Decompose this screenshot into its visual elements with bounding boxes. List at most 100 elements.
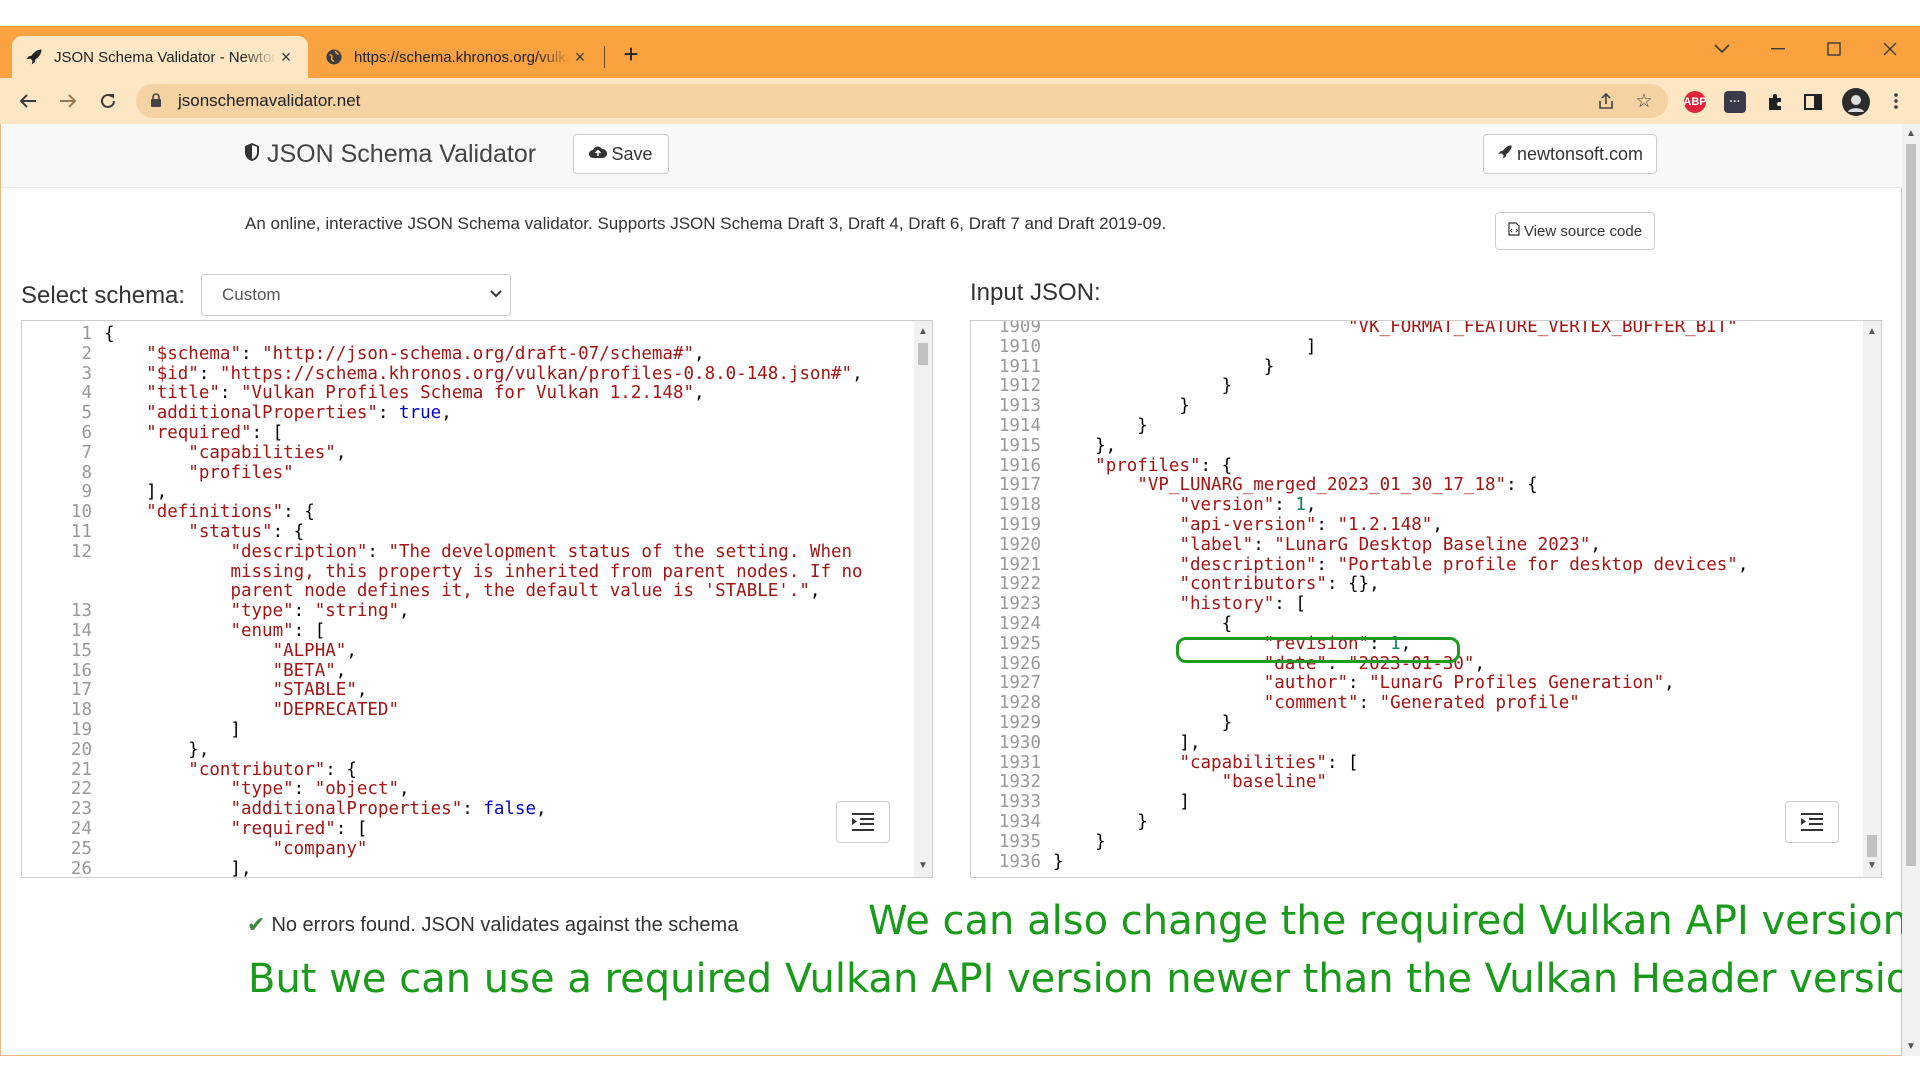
code-text: "description": "Portable profile for des… <box>1179 554 1749 575</box>
line-number: 1916 <box>998 455 1041 476</box>
code-text: "required": [ <box>230 818 368 839</box>
code-line: 1911 } <box>971 356 1881 378</box>
maximize-button[interactable] <box>1806 32 1862 66</box>
forward-button[interactable] <box>52 85 84 117</box>
code-line: 1912 } <box>971 377 1881 397</box>
close-tab-icon[interactable]: × <box>570 47 590 67</box>
code-line: 1930 ], <box>971 732 1881 754</box>
indent-icon <box>852 813 874 831</box>
schema-select-value: Custom <box>222 285 281 304</box>
schema-editor[interactable]: 1{2 "$schema": "http://json-schema.org/d… <box>21 320 933 878</box>
side-panel-icon[interactable] <box>1802 91 1824 113</box>
cloud-upload-icon <box>589 145 608 163</box>
format-schema-button[interactable] <box>836 801 890 843</box>
line-number: 6 <box>81 422 92 443</box>
code-line: 14 "enum": [ <box>22 621 932 642</box>
line-number: 20 <box>70 739 92 760</box>
scroll-down-arrow[interactable]: ▼ <box>1863 857 1881 875</box>
code-text: "$schema": "http://json-schema.org/draft… <box>146 343 705 364</box>
page-subtitle: An online, interactive JSON Schema valid… <box>245 214 1167 233</box>
line-number: 1923 <box>998 594 1041 615</box>
page-scrollbar[interactable]: ▲ ▼ <box>1902 124 1920 1056</box>
input-editor-scrollbar[interactable]: ▲ ▼ <box>1863 321 1881 877</box>
scroll-down-arrow[interactable]: ▼ <box>914 857 932 875</box>
code-line: 1923 "history": [ <box>971 594 1881 615</box>
line-number: 1925 <box>998 633 1041 654</box>
code-text: ] <box>1053 792 1190 813</box>
line-number: 1930 <box>998 732 1041 753</box>
code-text: missing, this property is inherited from… <box>230 561 863 582</box>
code-text: "profiles" <box>188 462 294 483</box>
scroll-thumb[interactable] <box>1867 835 1877 857</box>
profile-avatar[interactable] <box>1842 88 1870 116</box>
line-number: 25 <box>70 838 92 859</box>
code-text: { <box>1053 613 1233 634</box>
extension-dev-icon[interactable]: ··· <box>1724 91 1746 113</box>
line-number: 1911 <box>998 356 1041 377</box>
scroll-down-arrow[interactable]: ▼ <box>1902 1041 1920 1052</box>
reload-button[interactable] <box>92 85 124 117</box>
input-json-editor[interactable]: 1909 "VK_FORMAT_FEATURE_VERTEX_BUFFER_BI… <box>970 320 1882 878</box>
scroll-thumb[interactable] <box>918 343 928 365</box>
line-number: 1934 <box>998 811 1041 832</box>
tab-khronos-schema[interactable]: https://schema.khronos.org/vulkan/profil… <box>312 36 602 78</box>
globe-icon <box>324 47 344 67</box>
line-number: 1922 <box>998 574 1041 595</box>
code-line: 1{ <box>22 324 932 345</box>
newtonsoft-link-button[interactable]: newtonsoft.com <box>1483 134 1657 174</box>
code-text: } <box>1053 811 1148 832</box>
line-number: 9 <box>81 482 92 503</box>
tab-json-schema-validator[interactable]: JSON Schema Validator - Newtonsoft × <box>12 36 308 78</box>
code-line: 1924 { <box>971 613 1881 635</box>
code-line: 12 "description": "The development statu… <box>22 541 932 563</box>
line-number: 26 <box>70 858 92 878</box>
line-number: 1935 <box>998 831 1041 852</box>
code-line: 10 "definitions": { <box>22 502 932 523</box>
code-text: "company" <box>272 838 368 859</box>
bookmark-star-icon[interactable]: ☆ <box>1632 89 1656 113</box>
scroll-up-arrow[interactable]: ▲ <box>914 323 932 341</box>
extensions-puzzle-icon[interactable] <box>1764 91 1786 113</box>
code-line: 1915 }, <box>971 436 1881 457</box>
schema-select[interactable]: Custom <box>201 274 511 316</box>
code-text: "DEPRECATED" <box>272 700 400 721</box>
code-line: 19 ] <box>22 720 932 741</box>
code-text: { <box>104 324 115 344</box>
code-text: ], <box>104 858 252 878</box>
schema-editor-scrollbar[interactable]: ▲ ▼ <box>914 321 932 877</box>
code-line: 1918 "version": 1, <box>971 495 1881 516</box>
share-icon[interactable] <box>1594 89 1618 113</box>
scroll-up-arrow[interactable]: ▲ <box>1863 323 1881 341</box>
code-text: "contributors": {}, <box>1179 574 1380 595</box>
close-window-button[interactable] <box>1862 32 1918 66</box>
code-line: 1920 "label": "LunarG Desktop Baseline 2… <box>971 535 1881 556</box>
code-text: "additionalProperties": true, <box>146 403 452 424</box>
line-number: 1917 <box>998 475 1041 496</box>
close-tab-icon[interactable]: × <box>276 47 296 67</box>
line-number: 1936 <box>998 851 1041 872</box>
code-text: "$id": "https://schema.khronos.org/vulka… <box>146 363 863 384</box>
page-scroll-thumb[interactable] <box>1906 144 1916 866</box>
code-line: 1914 } <box>971 415 1881 437</box>
code-text: "VP_LUNARG_merged_2023_01_30_17_18": { <box>1137 475 1538 496</box>
code-text: } <box>1053 415 1148 436</box>
line-number: 5 <box>81 403 92 424</box>
adblock-icon[interactable]: ABP <box>1683 91 1707 113</box>
format-input-button[interactable] <box>1785 801 1839 843</box>
minimize-button[interactable] <box>1750 32 1806 66</box>
validation-status-text: No errors found. JSON validates against … <box>271 913 739 936</box>
browser-menu-icon[interactable] <box>1880 85 1912 117</box>
code-line: 1921 "description": "Portable profile fo… <box>971 554 1881 576</box>
site-brand[interactable]: JSON Schema Validator <box>243 140 536 169</box>
new-tab-button[interactable]: + <box>616 40 646 70</box>
scroll-up-arrow[interactable]: ▲ <box>1902 128 1920 139</box>
code-line: 18 "DEPRECATED" <box>22 700 932 721</box>
address-bar[interactable]: jsonschemavalidator.net ☆ <box>136 84 1668 118</box>
code-text: "description": "The development status o… <box>230 541 853 562</box>
code-line: 1917 "VP_LUNARG_merged_2023_01_30_17_18"… <box>971 475 1881 496</box>
url-text: jsonschemavalidator.net <box>178 91 361 110</box>
save-button[interactable]: Save <box>573 134 669 174</box>
view-source-button[interactable]: View source code <box>1495 212 1655 250</box>
back-button[interactable] <box>12 85 44 117</box>
tab-search-icon[interactable] <box>1694 32 1750 66</box>
